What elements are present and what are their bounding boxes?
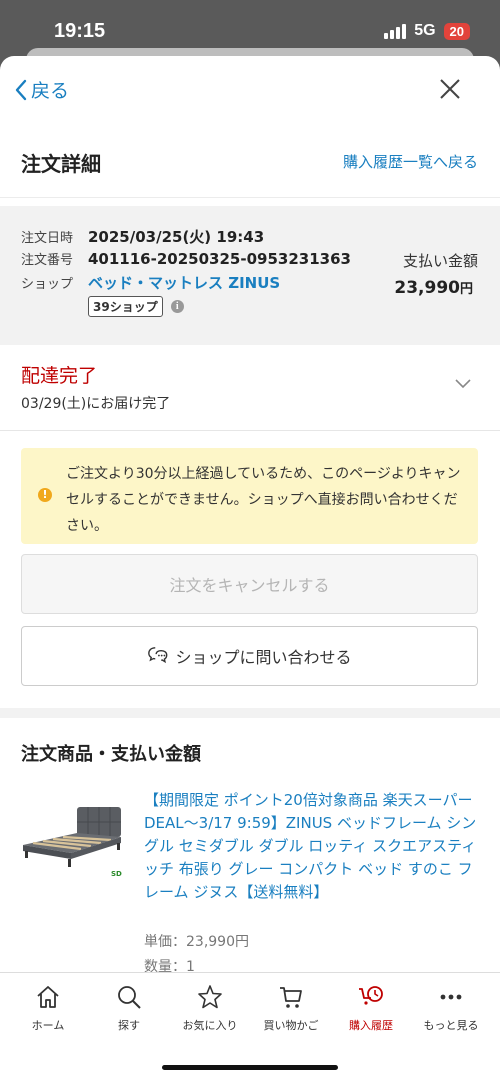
order-date-value: 2025/03/25(火) 19:43 bbox=[88, 228, 265, 246]
delivery-date: 03/29(土)にお届け完了 bbox=[21, 396, 171, 412]
warning-icon: ! bbox=[38, 488, 52, 502]
chevron-down-icon bbox=[455, 379, 471, 389]
tab-favorites[interactable]: お気に入り bbox=[170, 983, 250, 1033]
tab-favorites-label: お気に入り bbox=[182, 1019, 238, 1032]
star-icon bbox=[198, 985, 222, 1009]
page-title: 注文詳細 bbox=[21, 152, 101, 176]
cancel-order-button[interactable]: 注文をキャンセルする bbox=[21, 554, 478, 614]
shop-link[interactable]: ベッド・マットレス ZINUS bbox=[88, 272, 280, 293]
order-number-value: 401116-20250325-0953231363 bbox=[88, 250, 351, 268]
order-number-row: 注文番号 401116-20250325-0953231363 bbox=[21, 249, 351, 268]
home-indicator bbox=[162, 1065, 338, 1070]
chevron-left-icon bbox=[15, 79, 27, 100]
payment-amount: 23,990円 bbox=[394, 278, 473, 298]
contact-shop-label: ショップに問い合わせる bbox=[175, 648, 352, 667]
order-date-row: 注文日時 2025/03/25(火) 19:43 bbox=[21, 226, 264, 247]
battery-icon: 20 bbox=[443, 22, 470, 40]
notice-text: ご注文より30分以上経過しているため、このページよりキャンセルすることができませ… bbox=[66, 466, 461, 534]
cancel-order-label: 注文をキャンセルする bbox=[169, 576, 330, 595]
history-icon bbox=[359, 986, 383, 1005]
chat-bubble-icon bbox=[148, 647, 168, 664]
shop-badge-row: 39ショップ i bbox=[88, 296, 184, 317]
items-section-title: 注文商品・支払い金額 bbox=[21, 744, 201, 765]
tab-purchase-history-label: 購入履歴 bbox=[349, 1019, 393, 1032]
order-number-label: 注文番号 bbox=[21, 253, 74, 268]
section-divider bbox=[0, 708, 500, 718]
payment-value: 23,990 bbox=[394, 278, 460, 298]
bottom-tab-bar: ホーム 探す お気に入り 買い物かご 購入履歴 もっと見る bbox=[0, 972, 500, 1080]
tab-search-label: 探す bbox=[118, 1019, 140, 1032]
purchase-history-link[interactable]: 購入履歴一覧へ戻る bbox=[343, 151, 478, 172]
more-icon bbox=[440, 994, 462, 1000]
order-detail-sheet: 戻る 注文詳細 購入履歴一覧へ戻る 注文日時 2025/03/25(火) 19:… bbox=[0, 56, 500, 1080]
payment-unit: 円 bbox=[459, 282, 473, 297]
tab-more[interactable]: もっと見る bbox=[411, 983, 491, 1033]
status-indicators: 5G 20 bbox=[384, 22, 470, 40]
close-icon[interactable] bbox=[438, 77, 462, 101]
tab-more-label: もっと見る bbox=[423, 1019, 479, 1032]
back-label: 戻る bbox=[31, 80, 70, 102]
tab-cart-label: 買い物かご bbox=[263, 1019, 319, 1032]
search-icon bbox=[118, 986, 141, 1009]
order-summary: 注文日時 2025/03/25(火) 19:43 注文番号 401116-202… bbox=[0, 206, 500, 345]
info-icon[interactable]: i bbox=[170, 300, 184, 313]
tab-home-label: ホーム bbox=[31, 1019, 65, 1032]
delivery-status-panel[interactable]: 配達完了 03/29(土)にお届け完了 bbox=[0, 345, 500, 431]
cancel-notice: ! ご注文より30分以上経過しているため、このページよりキャンセルすることができ… bbox=[21, 448, 478, 544]
delivery-status: 配達完了 bbox=[21, 365, 98, 387]
product-name-link[interactable]: 【期間限定 ポイント20倍対象商品 楽天スーパーDEAL～3/17 9:59】Z… bbox=[144, 789, 480, 904]
network-label: 5G bbox=[414, 22, 436, 39]
tab-purchase-history[interactable]: 購入履歴 bbox=[331, 983, 411, 1033]
shop-39-badge: 39ショップ bbox=[88, 296, 163, 317]
shop-row: ショップ ベッド・マットレス ZINUS bbox=[21, 272, 280, 293]
tab-search[interactable]: 探す bbox=[89, 983, 169, 1033]
home-icon bbox=[37, 986, 59, 1008]
tab-home[interactable]: ホーム bbox=[8, 983, 88, 1033]
back-button[interactable]: 戻る bbox=[14, 76, 69, 103]
contact-shop-button[interactable]: ショップに問い合わせる bbox=[21, 626, 478, 686]
signal-icon bbox=[384, 23, 407, 39]
status-time: 19:15 bbox=[54, 20, 106, 42]
nav-bar: 戻る bbox=[0, 56, 500, 122]
sd-badge: SD bbox=[111, 870, 122, 878]
cart-icon bbox=[280, 987, 302, 1008]
title-row: 注文詳細 購入履歴一覧へ戻る bbox=[0, 122, 500, 198]
tab-cart[interactable]: 買い物かご bbox=[251, 983, 331, 1033]
unit-price: 単価：23,990円 bbox=[144, 934, 249, 950]
payment-label: 支払い金額 bbox=[402, 252, 478, 270]
product-image[interactable]: SD bbox=[19, 797, 129, 897]
order-date-label: 注文日時 bbox=[21, 231, 74, 246]
shop-label: ショップ bbox=[21, 277, 74, 292]
